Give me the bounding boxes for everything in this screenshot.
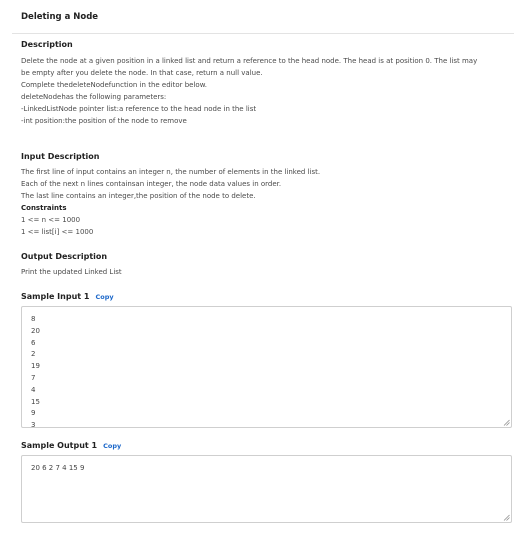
input-description-line: Each of the next n lines containsan inte… — [21, 180, 282, 188]
problem-page: Deleting a Node Description Delete the n… — [0, 0, 524, 551]
constraint-line: 1 <= n <= 1000 — [21, 216, 81, 224]
description-heading: Description — [21, 40, 73, 49]
output-description-heading: Output Description — [21, 252, 108, 261]
sample-input-line: 8 — [31, 315, 36, 323]
sample-input-line: 3 — [31, 421, 36, 430]
input-description-heading: Input Description — [21, 152, 100, 161]
sample-output-label-text: Sample Output 1 — [21, 441, 98, 450]
output-description-text: Print the updated Linked List — [21, 268, 122, 276]
description-line: deleteNodehas the following parameters: — [21, 93, 167, 101]
sample-input-line: 20 — [31, 326, 40, 335]
sample-input-lines: 8 20 6 2 19 7 4 15 9 3 — [22, 307, 511, 439]
sample-output-text: 20 6 2 7 4 15 9 — [31, 464, 85, 472]
constraint-line: 1 <= list[i] <= 1000 — [21, 228, 94, 236]
constraints-label: Constraints — [21, 204, 67, 212]
resize-grip-icon[interactable] — [503, 514, 510, 521]
description-line: Complete thedeleteNodefunction in the ed… — [21, 81, 208, 89]
sample-output-box[interactable]: 20 6 2 7 4 15 9 — [21, 455, 512, 523]
sample-input-line: 4 — [31, 385, 36, 394]
description-line: -int position:the position of the node t… — [21, 117, 187, 125]
sample-input-line: 2 — [31, 350, 36, 359]
copy-sample-output-button[interactable]: Copy — [103, 442, 121, 450]
sample-input-label: Sample Input 1 Copy — [21, 292, 114, 301]
sample-input-line: 19 — [31, 362, 40, 371]
description-line: Delete the node at a given position in a… — [21, 57, 478, 65]
page-title: Deleting a Node — [21, 12, 99, 22]
input-description-line: The last line contains an integer,the po… — [21, 192, 256, 200]
description-line: be empty after you delete the node. In t… — [21, 69, 263, 77]
title-divider — [12, 33, 514, 34]
sample-output-label: Sample Output 1 Copy — [21, 441, 121, 450]
description-line: -LinkedListNode pointer list:a reference… — [21, 105, 257, 113]
sample-input-line: 9 — [31, 409, 36, 418]
sample-input-label-text: Sample Input 1 — [21, 292, 90, 301]
input-description-line: The first line of input contains an inte… — [21, 168, 321, 176]
sample-input-line: 7 — [31, 373, 36, 382]
resize-grip-icon[interactable] — [503, 419, 510, 426]
sample-input-line: 15 — [31, 397, 40, 406]
copy-sample-input-button[interactable]: Copy — [95, 293, 113, 301]
sample-input-line: 6 — [31, 338, 36, 347]
sample-input-box[interactable]: 8 20 6 2 19 7 4 15 9 3 — [21, 306, 512, 429]
